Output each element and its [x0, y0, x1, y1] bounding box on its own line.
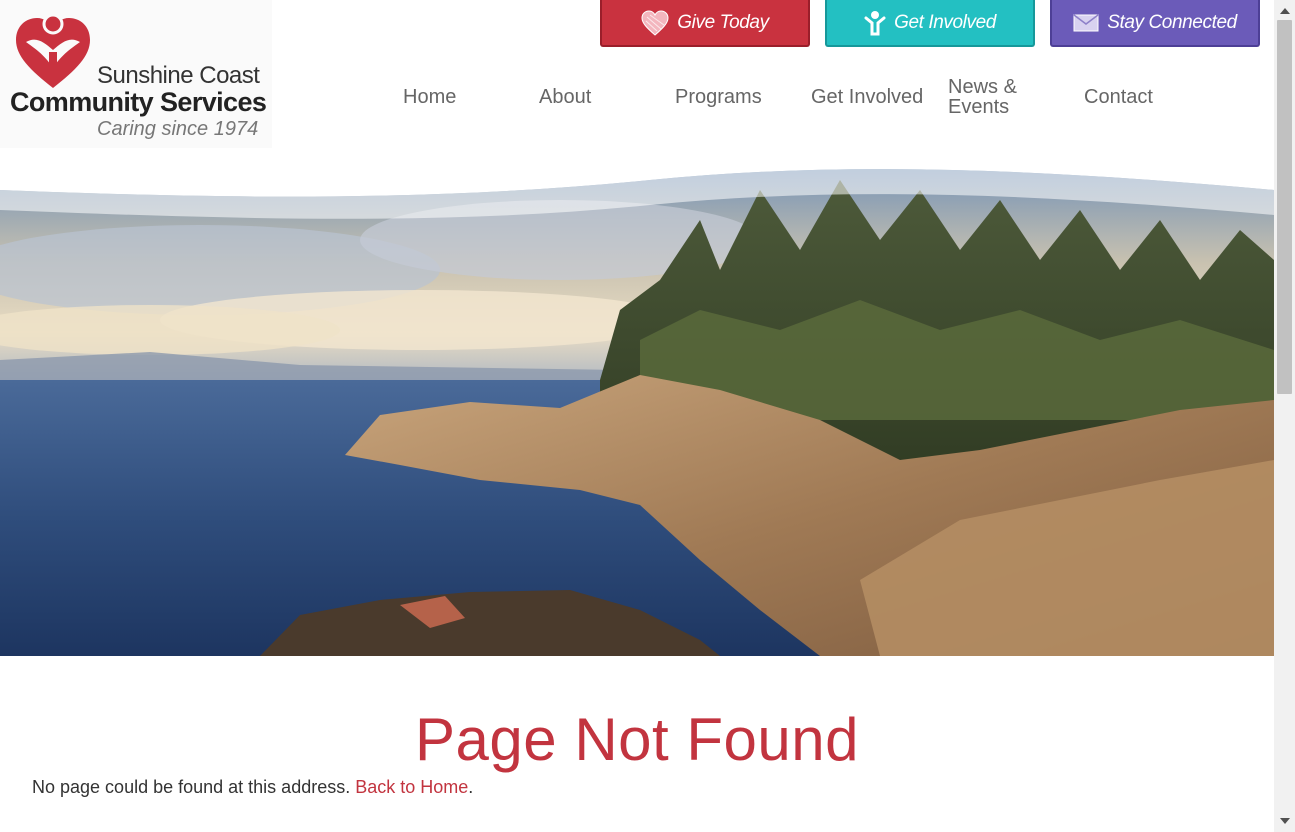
hero-image: [0, 160, 1274, 656]
nav-contact[interactable]: Contact: [1084, 86, 1153, 109]
scroll-down-icon[interactable]: [1280, 818, 1290, 824]
logo-line-1: Sunshine Coast: [97, 62, 260, 89]
nav-news-events[interactable]: News & Events: [948, 77, 1028, 117]
logo-heart-icon: [16, 13, 90, 88]
message-suffix: .: [468, 777, 474, 797]
give-today-button[interactable]: Give Today: [600, 0, 810, 47]
site-logo[interactable]: Sunshine Coast Community Services Caring…: [0, 0, 272, 148]
logo-tagline: Caring since 1974: [97, 118, 259, 140]
person-icon: [864, 10, 886, 35]
heart-icon: [641, 9, 669, 36]
stay-connected-label: Stay Connected: [1107, 11, 1237, 33]
nav-get-involved[interactable]: Get Involved: [811, 86, 923, 109]
give-today-label: Give Today: [677, 11, 769, 33]
nav-programs[interactable]: Programs: [675, 86, 762, 109]
scroll-up-icon[interactable]: [1280, 8, 1290, 14]
back-to-home-link[interactable]: Back to Home: [355, 777, 468, 797]
scrollbar[interactable]: [1274, 0, 1295, 832]
page-title: Page Not Found: [415, 706, 859, 773]
get-involved-button[interactable]: Get Involved: [825, 0, 1035, 47]
envelope-icon: [1073, 13, 1099, 31]
nav-home[interactable]: Home: [403, 86, 456, 109]
get-involved-label: Get Involved: [894, 11, 996, 33]
stay-connected-button[interactable]: Stay Connected: [1050, 0, 1260, 47]
not-found-message: No page could be found at this address. …: [32, 777, 473, 798]
nav-about[interactable]: About: [539, 86, 591, 109]
message-text: No page could be found at this address.: [32, 777, 351, 797]
scrollbar-thumb[interactable]: [1277, 20, 1292, 394]
logo-line-2: Community Services: [10, 87, 267, 117]
